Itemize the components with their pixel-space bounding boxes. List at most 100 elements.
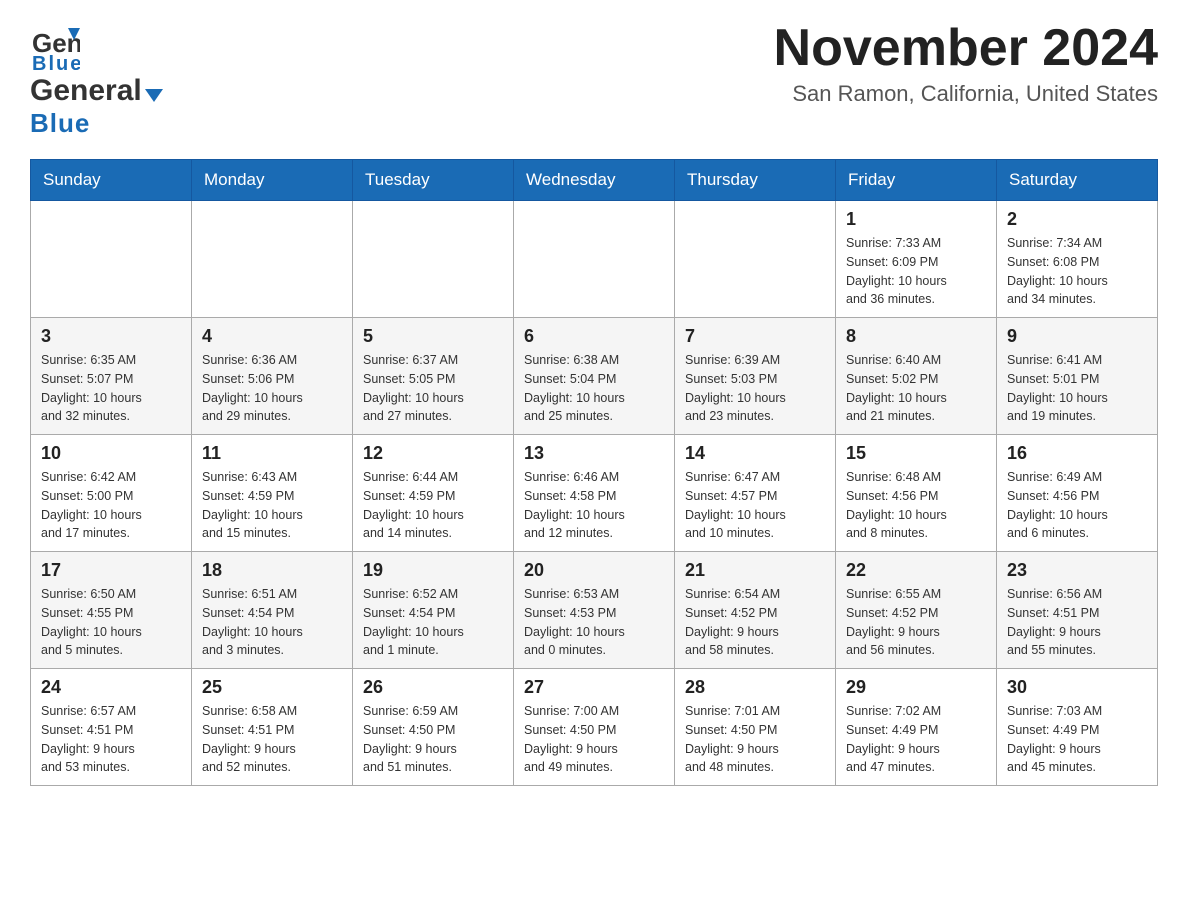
calendar-cell — [192, 201, 353, 318]
day-number: 18 — [202, 560, 342, 581]
week-row-2: 3Sunrise: 6:35 AMSunset: 5:07 PMDaylight… — [31, 318, 1158, 435]
day-number: 15 — [846, 443, 986, 464]
calendar-cell: 10 Sunrise: 6:42 AMSunset: 5:00 PMDayligh… — [31, 435, 192, 552]
day-info: Sunrise: 6:51 AMSunset: 4:54 PMDaylight:… — [202, 585, 342, 660]
calendar-cell: 22Sunrise: 6:55 AMSunset: 4:52 PMDayligh… — [836, 552, 997, 669]
day-number: 26 — [363, 677, 503, 698]
calendar-cell: 11 Sunrise: 6:43 AMSunset: 4:59 PMDayligh… — [192, 435, 353, 552]
day-info: Sunrise: 6:46 AMSunset: 4:58 PMDaylight:… — [524, 468, 664, 543]
day-number: 28 — [685, 677, 825, 698]
calendar-cell: 26 Sunrise: 6:59 AMSunset: 4:50 PMDayligh… — [353, 669, 514, 786]
day-info: Sunrise: 7:00 AMSunset: 4:50 PMDaylight:… — [524, 702, 664, 777]
weekday-header-saturday: Saturday — [997, 160, 1158, 201]
calendar-cell: 19 Sunrise: 6:52 AMSunset: 4:54 PMDayligh… — [353, 552, 514, 669]
calendar-cell: 9 Sunrise: 6:41 AMSunset: 5:01 PMDaylight… — [997, 318, 1158, 435]
calendar-cell: 18 Sunrise: 6:51 AMSunset: 4:54 PMDayligh… — [192, 552, 353, 669]
page-header: General Blue General Blue November 2024 … — [30, 20, 1158, 139]
calendar-table: SundayMondayTuesdayWednesdayThursdayFrid… — [30, 159, 1158, 786]
calendar-cell: 15 Sunrise: 6:48 AMSunset: 4:56 PMDayligh… — [836, 435, 997, 552]
calendar-cell: 24Sunrise: 6:57 AMSunset: 4:51 PMDayligh… — [31, 669, 192, 786]
day-info: Sunrise: 6:50 AMSunset: 4:55 PMDaylight:… — [41, 585, 181, 660]
calendar-cell: 6 Sunrise: 6:38 AMSunset: 5:04 PMDaylight… — [514, 318, 675, 435]
day-info: Sunrise: 7:03 AMSunset: 4:49 PMDaylight:… — [1007, 702, 1147, 777]
day-number: 6 — [524, 326, 664, 347]
day-number: 22 — [846, 560, 986, 581]
day-number: 17 — [41, 560, 181, 581]
calendar-cell: 21 Sunrise: 6:54 AMSunset: 4:52 PMDayligh… — [675, 552, 836, 669]
day-info: Sunrise: 7:34 AMSunset: 6:08 PMDaylight:… — [1007, 234, 1147, 309]
day-number: 19 — [363, 560, 503, 581]
day-number: 23 — [1007, 560, 1147, 581]
day-info: Sunrise: 6:41 AMSunset: 5:01 PMDaylight:… — [1007, 351, 1147, 426]
week-row-1: 1Sunrise: 7:33 AMSunset: 6:09 PMDaylight… — [31, 201, 1158, 318]
day-number: 10 — [41, 443, 181, 464]
day-info: Sunrise: 6:42 AMSunset: 5:00 PMDaylight:… — [41, 468, 181, 543]
calendar-cell — [675, 201, 836, 318]
logo-icon: General Blue — [30, 20, 80, 70]
calendar-cell: 2 Sunrise: 7:34 AMSunset: 6:08 PMDaylight… — [997, 201, 1158, 318]
calendar-cell: 8Sunrise: 6:40 AMSunset: 5:02 PMDaylight… — [836, 318, 997, 435]
calendar-cell — [31, 201, 192, 318]
day-number: 2 — [1007, 209, 1147, 230]
calendar-cell: 23 Sunrise: 6:56 AMSunset: 4:51 PMDayligh… — [997, 552, 1158, 669]
day-info: Sunrise: 6:37 AMSunset: 5:05 PMDaylight:… — [363, 351, 503, 426]
day-number: 27 — [524, 677, 664, 698]
day-number: 30 — [1007, 677, 1147, 698]
logo-triangle — [145, 89, 163, 102]
logo-general: General — [30, 74, 142, 107]
calendar-cell: 30 Sunrise: 7:03 AMSunset: 4:49 PMDayligh… — [997, 669, 1158, 786]
logo: General Blue General Blue — [30, 20, 163, 139]
day-number: 7 — [685, 326, 825, 347]
calendar-title: November 2024 — [774, 20, 1158, 77]
week-row-5: 24Sunrise: 6:57 AMSunset: 4:51 PMDayligh… — [31, 669, 1158, 786]
calendar-cell — [353, 201, 514, 318]
day-info: Sunrise: 6:54 AMSunset: 4:52 PMDaylight:… — [685, 585, 825, 660]
day-info: Sunrise: 6:56 AMSunset: 4:51 PMDaylight:… — [1007, 585, 1147, 660]
calendar-cell: 16Sunrise: 6:49 AMSunset: 4:56 PMDayligh… — [997, 435, 1158, 552]
day-number: 25 — [202, 677, 342, 698]
weekday-header-sunday: Sunday — [31, 160, 192, 201]
day-info: Sunrise: 6:43 AMSunset: 4:59 PMDaylight:… — [202, 468, 342, 543]
day-info: Sunrise: 6:49 AMSunset: 4:56 PMDaylight:… — [1007, 468, 1147, 543]
day-info: Sunrise: 7:01 AMSunset: 4:50 PMDaylight:… — [685, 702, 825, 777]
day-number: 14 — [685, 443, 825, 464]
calendar-cell: 14 Sunrise: 6:47 AMSunset: 4:57 PMDayligh… — [675, 435, 836, 552]
calendar-cell: 27 Sunrise: 7:00 AMSunset: 4:50 PMDayligh… — [514, 669, 675, 786]
day-info: Sunrise: 6:52 AMSunset: 4:54 PMDaylight:… — [363, 585, 503, 660]
calendar-cell — [514, 201, 675, 318]
day-info: Sunrise: 6:35 AMSunset: 5:07 PMDaylight:… — [41, 351, 181, 426]
day-number: 12 — [363, 443, 503, 464]
day-info: Sunrise: 7:02 AMSunset: 4:49 PMDaylight:… — [846, 702, 986, 777]
calendar-cell: 4Sunrise: 6:36 AMSunset: 5:06 PMDaylight… — [192, 318, 353, 435]
weekday-header-wednesday: Wednesday — [514, 160, 675, 201]
day-info: Sunrise: 6:59 AMSunset: 4:50 PMDaylight:… — [363, 702, 503, 777]
day-number: 21 — [685, 560, 825, 581]
day-number: 9 — [1007, 326, 1147, 347]
title-section: November 2024 San Ramon, California, Uni… — [774, 20, 1158, 107]
calendar-cell: 20Sunrise: 6:53 AMSunset: 4:53 PMDayligh… — [514, 552, 675, 669]
calendar-cell: 25 Sunrise: 6:58 AMSunset: 4:51 PMDayligh… — [192, 669, 353, 786]
calendar-cell: 7Sunrise: 6:39 AMSunset: 5:03 PMDaylight… — [675, 318, 836, 435]
day-number: 20 — [524, 560, 664, 581]
calendar-cell: 3Sunrise: 6:35 AMSunset: 5:07 PMDaylight… — [31, 318, 192, 435]
calendar-cell: 1Sunrise: 7:33 AMSunset: 6:09 PMDaylight… — [836, 201, 997, 318]
day-number: 13 — [524, 443, 664, 464]
day-info: Sunrise: 6:47 AMSunset: 4:57 PMDaylight:… — [685, 468, 825, 543]
day-number: 5 — [363, 326, 503, 347]
calendar-cell: 29Sunrise: 7:02 AMSunset: 4:49 PMDayligh… — [836, 669, 997, 786]
day-info: Sunrise: 6:48 AMSunset: 4:56 PMDaylight:… — [846, 468, 986, 543]
weekday-header-monday: Monday — [192, 160, 353, 201]
calendar-cell: 12Sunrise: 6:44 AMSunset: 4:59 PMDayligh… — [353, 435, 514, 552]
day-number: 11 — [202, 443, 342, 464]
weekday-header-row: SundayMondayTuesdayWednesdayThursdayFrid… — [31, 160, 1158, 201]
week-row-4: 17 Sunrise: 6:50 AMSunset: 4:55 PMDayligh… — [31, 552, 1158, 669]
logo-blue: Blue — [30, 108, 90, 138]
weekday-header-thursday: Thursday — [675, 160, 836, 201]
day-number: 4 — [202, 326, 342, 347]
day-info: Sunrise: 6:40 AMSunset: 5:02 PMDaylight:… — [846, 351, 986, 426]
calendar-cell: 28 Sunrise: 7:01 AMSunset: 4:50 PMDayligh… — [675, 669, 836, 786]
day-number: 1 — [846, 209, 986, 230]
day-info: Sunrise: 6:38 AMSunset: 5:04 PMDaylight:… — [524, 351, 664, 426]
calendar-cell: 17 Sunrise: 6:50 AMSunset: 4:55 PMDayligh… — [31, 552, 192, 669]
day-info: Sunrise: 6:58 AMSunset: 4:51 PMDaylight:… — [202, 702, 342, 777]
